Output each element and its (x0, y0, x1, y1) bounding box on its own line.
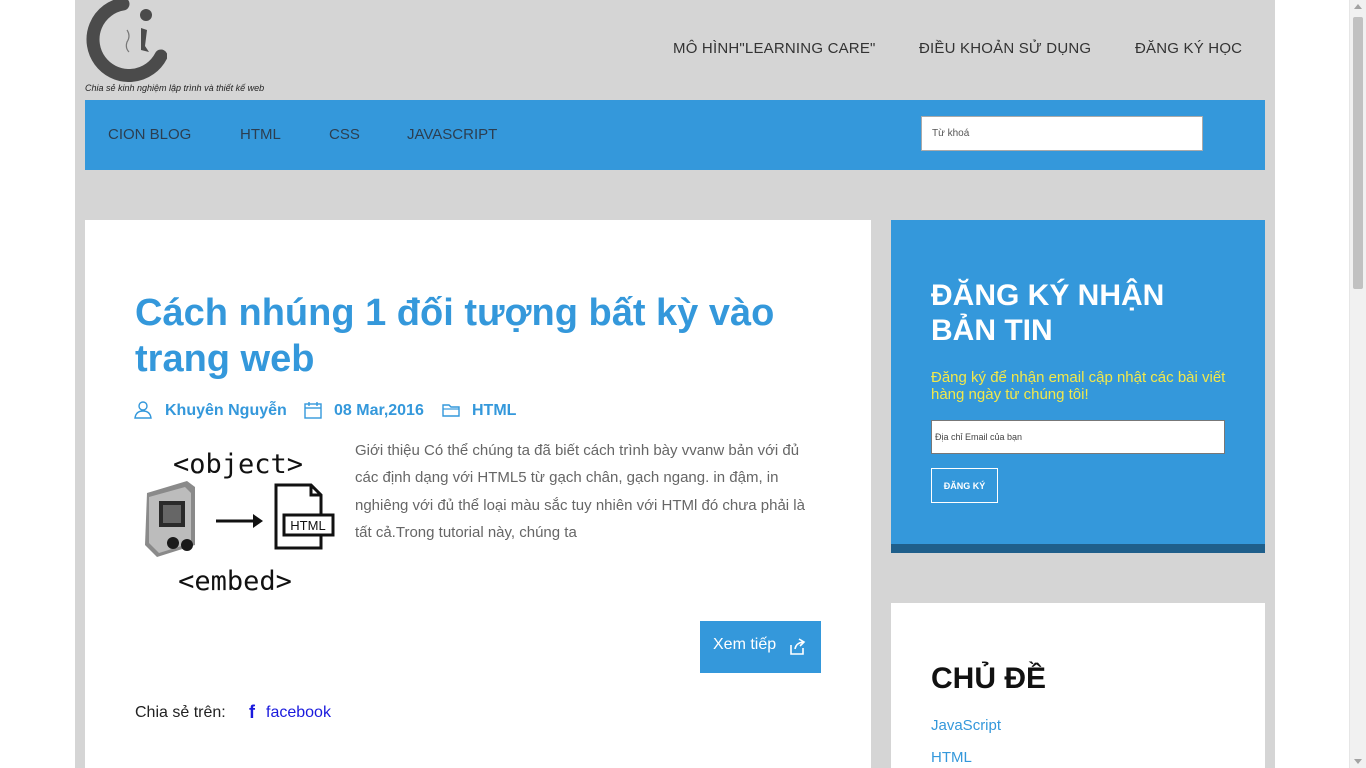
read-more-button[interactable]: Xem tiếp (700, 621, 821, 673)
menu-item-html[interactable]: HTML (240, 126, 281, 143)
page-container: Chia sẻ kinh nghiệm lập trình và thiết k… (75, 0, 1275, 768)
menu-item-cion-blog[interactable]: CION BLOG (108, 126, 191, 143)
facebook-icon[interactable]: f (249, 702, 255, 723)
topnav-register[interactable]: ĐĂNG KÝ HỌC (1135, 40, 1242, 57)
html-file-icon: HTML (274, 483, 335, 550)
post-thumbnail[interactable]: <object> <embed> HTML (135, 445, 339, 597)
site-tagline: Chia sẻ kinh nghiệm lập trình và thiết k… (85, 83, 265, 93)
topnav-terms[interactable]: ĐIỀU KHOẢN SỬ DỤNG (919, 40, 1091, 57)
topics-box: CHỦ ĐỀ JavaScript HTML (891, 603, 1265, 768)
share-icon (790, 638, 806, 655)
arrow-graphic (216, 514, 263, 528)
user-icon (134, 401, 152, 419)
topnav-learning-care[interactable]: MÔ HÌNH"LEARNING CARE" (673, 40, 876, 57)
topics-title: CHỦ ĐỀ (931, 662, 1047, 695)
newsletter-email-field[interactable] (931, 420, 1225, 454)
media-object-graphic (145, 481, 195, 557)
scrollbar-thumb[interactable] (1353, 17, 1363, 289)
scroll-down-arrow-icon[interactable] (1354, 759, 1362, 764)
newsletter-title: ĐĂNG KÝ NHẬN BẢN TIN (931, 279, 1165, 347)
menu-item-javascript[interactable]: JAVASCRIPT (407, 126, 497, 143)
menu-item-css[interactable]: CSS (329, 126, 360, 143)
scroll-up-arrow-icon[interactable] (1354, 4, 1362, 9)
post-card: Cách nhúng 1 đối tượng bất kỳ vào trang … (85, 220, 871, 768)
page-scrollbar[interactable] (1349, 0, 1366, 768)
post-date: 08 Mar,2016 (334, 402, 424, 419)
read-more-label: Xem tiếp (713, 636, 777, 653)
topic-link-html[interactable]: HTML (931, 749, 972, 766)
newsletter-subscribe-button[interactable]: ĐĂNG KÝ (931, 468, 998, 503)
topic-link-javascript[interactable]: JavaScript (931, 717, 1001, 734)
folder-icon (442, 404, 460, 417)
html-file-label: HTML (290, 518, 325, 533)
calendar-icon (304, 402, 322, 419)
logo-mark-icon (86, 0, 168, 82)
post-excerpt: Giới thiệu Có thể chúng ta đã biết cách … (355, 442, 805, 541)
search-input[interactable] (921, 116, 1203, 151)
thumbnail-embed-text: <embed> (178, 566, 292, 595)
newsletter-description: Đăng ký để nhận email cập nhật các bài v… (931, 369, 1226, 403)
facebook-share-link[interactable]: facebook (266, 704, 331, 722)
thumbnail-object-text: <object> (173, 449, 303, 480)
site-logo[interactable] (85, 0, 168, 82)
main-menu-bar: CION BLOG HTML CSS JAVASCRIPT (85, 100, 1265, 170)
share-label: Chia sẻ trên: (135, 704, 226, 721)
post-category[interactable]: HTML (472, 402, 516, 420)
post-author[interactable]: Khuyên Nguyễn (165, 402, 287, 420)
newsletter-box: ĐĂNG KÝ NHẬN BẢN TIN Đăng ký để nhận ema… (891, 220, 1265, 553)
post-title[interactable]: Cách nhúng 1 đối tượng bất kỳ vào trang … (135, 290, 835, 382)
